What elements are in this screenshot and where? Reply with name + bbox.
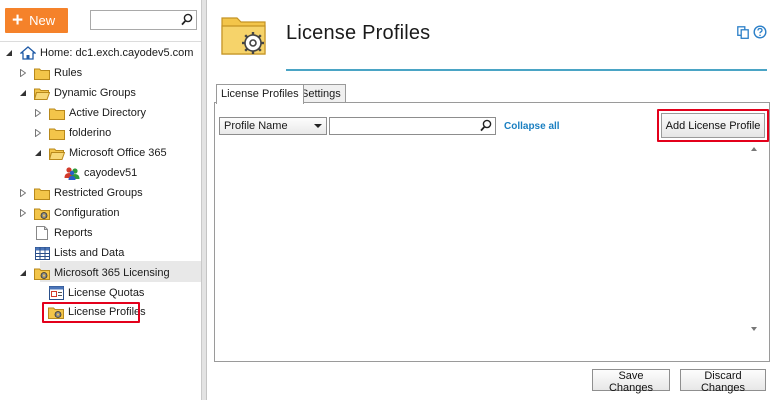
tree-item-label: Restricted Groups [54, 187, 143, 199]
chevron-down-icon [314, 124, 322, 128]
expanded-arrow-icon[interactable] [4, 48, 14, 58]
folder-open-icon [49, 146, 65, 160]
panel-splitter[interactable] [202, 0, 207, 400]
help-icon[interactable] [753, 25, 767, 42]
tree-item-active-directory[interactable]: Active Directory [33, 103, 146, 123]
tree-item-label: Microsoft 365 Licensing [54, 267, 170, 279]
collapsed-arrow-icon[interactable] [33, 128, 43, 138]
navigation-panel: + New Home: dc1.exch.cayodev5.com Rules [0, 0, 202, 400]
folder-icon [34, 66, 50, 80]
report-icon [34, 226, 50, 240]
tree-item-label: Home: dc1.exch.cayodev5.com [40, 47, 194, 59]
quota-icon [48, 286, 64, 300]
list-icon [34, 246, 50, 260]
tree-item-folderino[interactable]: folderino [33, 123, 111, 143]
highlight-box [42, 302, 140, 323]
home-icon [20, 46, 36, 60]
scroll-down-arrow-icon[interactable] [751, 327, 757, 331]
tree-item-cayodev51[interactable]: cayodev51 [64, 163, 137, 183]
tree-item-label: Rules [54, 67, 83, 79]
tree-item-rules[interactable]: Rules [18, 63, 82, 83]
tree-item-label: Dynamic Groups [54, 87, 136, 99]
tree-divider [0, 41, 201, 42]
tree-item-label: Configuration [54, 207, 120, 219]
collapsed-arrow-icon[interactable] [18, 68, 28, 78]
search-icon[interactable] [181, 13, 193, 29]
header-underline [286, 69, 767, 71]
page-title: License Profiles [286, 22, 431, 44]
filter-field-select[interactable]: Profile Name [219, 117, 327, 135]
tree-item-microsoft-office-365[interactable]: Microsoft Office 365 [33, 143, 167, 163]
collapsed-arrow-icon[interactable] [18, 188, 28, 198]
scroll-up-arrow-icon[interactable] [751, 147, 757, 151]
tree-item-label: cayodev51 [84, 167, 138, 179]
users-icon [64, 166, 80, 180]
tree-item-home[interactable]: Home: dc1.exch.cayodev5.com [4, 43, 193, 63]
folder-icon [49, 106, 65, 120]
tree-item-label: Lists and Data [54, 247, 125, 259]
tree-search-box [90, 10, 197, 30]
tree-item-label: License Quotas [68, 287, 145, 299]
tree-item-license-quotas[interactable]: License Quotas [48, 283, 144, 303]
collapsed-arrow-icon[interactable] [33, 108, 43, 118]
tree-search-input[interactable] [91, 11, 179, 29]
tree-item-dynamic-groups[interactable]: Dynamic Groups [18, 83, 136, 103]
tree-item-lists-and-data[interactable]: Lists and Data [34, 243, 124, 263]
collapse-all-link[interactable]: Collapse all [504, 121, 560, 132]
highlight-box [657, 109, 769, 142]
new-button-label: New [29, 13, 56, 28]
tree-item-restricted-groups[interactable]: Restricted Groups [18, 183, 143, 203]
tree-item-label: Microsoft Office 365 [69, 147, 167, 159]
license-profiles-folder-icon [220, 12, 268, 61]
tab-license-profiles[interactable]: License Profiles [216, 84, 304, 104]
config-folder-icon [34, 266, 50, 280]
tree-item-label: Reports [54, 227, 93, 239]
folder-icon [49, 126, 65, 140]
save-changes-button[interactable]: Save Changes [592, 369, 670, 394]
copy-icon[interactable] [737, 26, 749, 42]
expanded-arrow-icon[interactable] [33, 148, 43, 158]
filter-field-selected: Profile Name [224, 120, 288, 132]
search-icon[interactable] [480, 119, 492, 135]
tree-item-microsoft-365-licensing[interactable]: Microsoft 365 Licensing [18, 263, 170, 283]
tree-item-label: Active Directory [69, 107, 147, 119]
config-folder-icon [34, 206, 50, 220]
tree-item-label: folderino [69, 127, 112, 139]
expanded-arrow-icon[interactable] [18, 268, 28, 278]
filter-search-input[interactable] [330, 118, 475, 134]
discard-changes-button[interactable]: Discard Changes [680, 369, 766, 394]
tree-item-configuration[interactable]: Configuration [18, 203, 119, 223]
new-button[interactable]: + New [5, 8, 68, 33]
folder-open-icon [34, 86, 50, 100]
plus-icon: + [12, 10, 24, 31]
folder-icon [34, 186, 50, 200]
tree-item-reports[interactable]: Reports [34, 223, 93, 243]
expanded-arrow-icon[interactable] [18, 88, 28, 98]
collapsed-arrow-icon[interactable] [18, 208, 28, 218]
filter-search-box [329, 117, 496, 135]
